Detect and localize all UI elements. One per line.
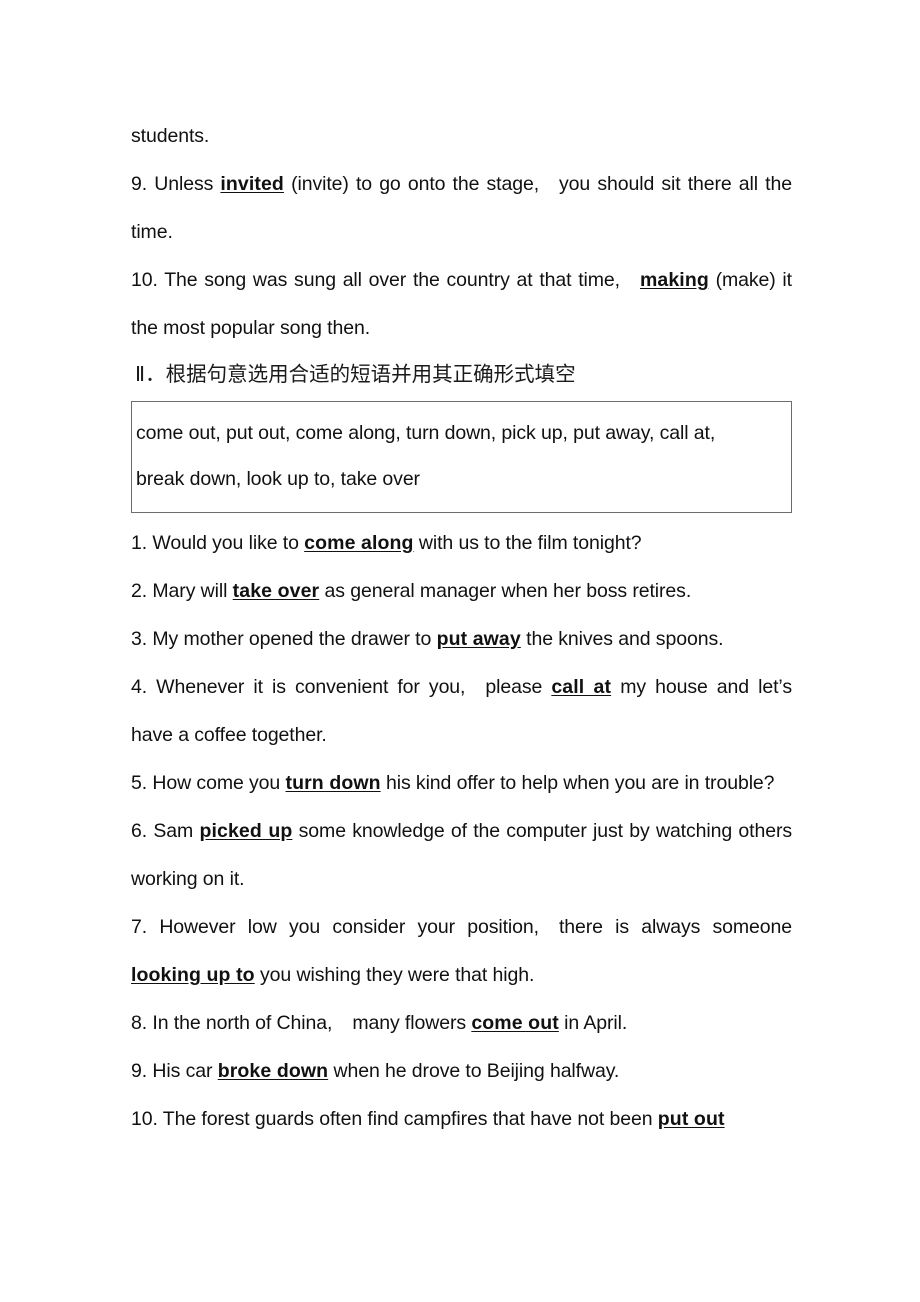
document-body: students. 9. Unless invited (invite) to …	[131, 112, 792, 1143]
item-text-before: Would you like to	[152, 532, 299, 554]
item-answer: picked up	[199, 820, 293, 842]
item-text-before: The forest guards often find campfires t…	[162, 1108, 653, 1130]
item-text-before: How come you	[152, 772, 281, 794]
item-number: 5.	[131, 772, 148, 794]
item-text-before: Sam	[153, 820, 194, 842]
item-text-after: as general manager when her boss retires…	[324, 580, 692, 602]
phrase-bank-line-1: come out, put out, come along, turn down…	[136, 422, 716, 444]
item-text-after: his kind offer to help when you are in t…	[385, 772, 775, 794]
item-answer: making	[639, 269, 709, 291]
item-answer: call at	[551, 676, 612, 698]
item-text-before: His car	[152, 1060, 213, 1082]
item-answer: broke down	[217, 1060, 329, 1082]
continued-paragraph: students.	[131, 112, 792, 160]
exercise-item-10-section1: 10. The song was sung all over the count…	[131, 256, 792, 352]
exercise-item-2: 2. Mary will take over as general manage…	[131, 567, 792, 615]
item-text-before: My mother opened the drawer to	[152, 628, 432, 650]
exercise-item-8: 8. In the north of China, many flowers co…	[131, 999, 792, 1047]
item-answer: take over	[232, 580, 320, 602]
item-number: 8.	[131, 1012, 148, 1034]
item-answer: put out	[657, 1108, 725, 1130]
item-answer: looking up to	[131, 964, 255, 986]
item-text-mid: please	[485, 676, 543, 698]
exercise-item-6: 6. Sam picked up some knowledge of the c…	[131, 807, 792, 903]
phrase-bank-line-2: break down, look up to, take over	[136, 468, 420, 490]
item-answer: come along	[304, 532, 414, 554]
exercise-item-1: 1. Would you like to come along with us …	[131, 519, 792, 567]
item-text-after: the knives and spoons.	[526, 628, 724, 650]
item-text-before: Mary will	[152, 580, 228, 602]
exercise-item-4: 4. Whenever it is convenient for you, ple…	[131, 663, 792, 759]
item-answer: come out	[471, 1012, 559, 1034]
item-answer: turn down	[285, 772, 381, 794]
item-text-mid: there is always someone	[558, 916, 792, 938]
item-text-after: with us to the film tonight?	[418, 532, 642, 554]
item-text-mid: many flowers	[352, 1012, 466, 1034]
item-number: 9.	[131, 1060, 148, 1082]
item-number: 6.	[131, 820, 148, 842]
item-number: 2.	[131, 580, 148, 602]
exercise-item-3: 3. My mother opened the drawer to put aw…	[131, 615, 792, 663]
item-answer: invited	[220, 173, 284, 195]
item-text-before: In the north of China,	[152, 1012, 333, 1034]
exercise-item-7: 7. However low you consider your positio…	[131, 903, 792, 999]
item-answer: put away	[436, 628, 521, 650]
exercise-item-10: 10. The forest guards often find campfir…	[131, 1095, 792, 1143]
item-number: 10.	[131, 1108, 158, 1130]
item-number: 4.	[131, 676, 148, 698]
item-text-before: Whenever it is convenient for you,	[156, 676, 466, 698]
phrase-bank-box: come out, put out, come along, turn down…	[131, 401, 792, 513]
item-number: 1.	[131, 532, 148, 554]
item-number: 7.	[131, 916, 148, 938]
item-text-after: you wishing they were that high.	[260, 964, 535, 986]
item-number: 3.	[131, 628, 148, 650]
item-text-after: in April.	[564, 1012, 628, 1034]
item-text-after: when he drove to Beijing halfway.	[333, 1060, 620, 1082]
exercise-item-9-section1: 9. Unless invited (invite) to go onto th…	[131, 160, 792, 256]
exercise-item-9: 9. His car broke down when he drove to B…	[131, 1047, 792, 1095]
section-2-heading: Ⅱ．根据句意选用合适的短语并用其正确形式填空	[135, 362, 576, 386]
item-number: 9.	[131, 173, 148, 195]
document-page: students. 9. Unless invited (invite) to …	[131, 0, 792, 1302]
item-number: 10.	[131, 269, 158, 291]
exercise-item-5: 5. How come you turn down his kind offer…	[131, 759, 792, 807]
continued-fragment-text: students.	[131, 125, 210, 147]
item-text-before: Unless	[154, 173, 214, 195]
item-text-before: The song was sung all over the country a…	[164, 269, 620, 291]
item-text-after: (invite) to go onto the stage,	[291, 173, 540, 195]
item-text-before: However low you consider your position,	[159, 916, 539, 938]
